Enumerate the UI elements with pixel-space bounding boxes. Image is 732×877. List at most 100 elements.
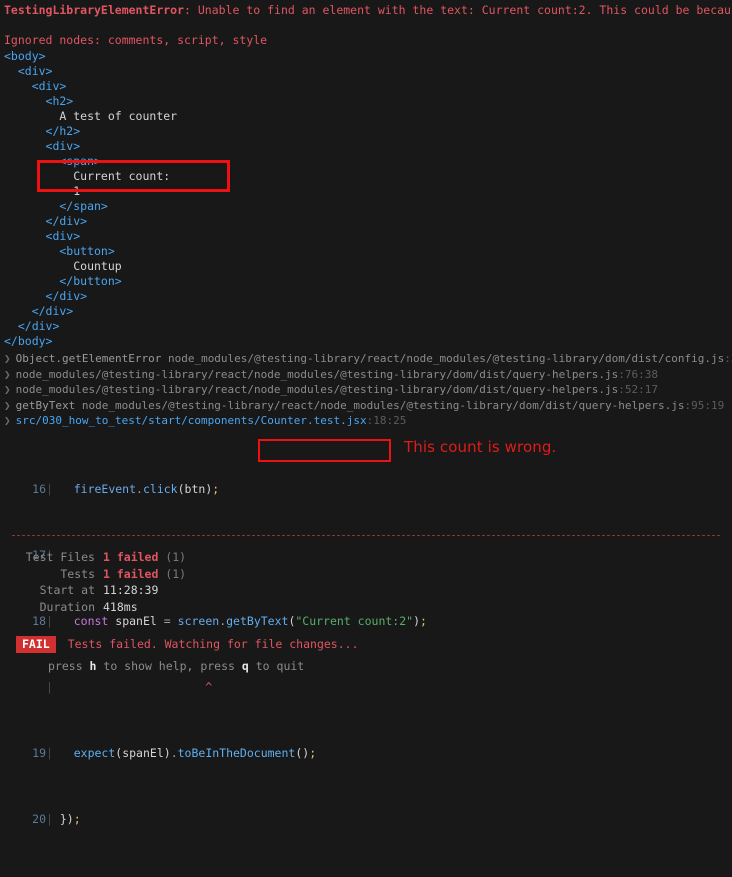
hint-mid: to show help, press bbox=[96, 659, 241, 673]
line-number-20: 20 bbox=[0, 811, 46, 828]
summary-plain-value: 418ms bbox=[103, 600, 138, 614]
summary-row: Tests1 failed (1) bbox=[0, 566, 732, 583]
stack-file-path: node_modules/@testing-library/react/node… bbox=[168, 352, 724, 365]
stack-frame: ❯node_modules/@testing-library/react/nod… bbox=[4, 367, 732, 383]
error-spacer bbox=[4, 18, 732, 33]
chevron-right-icon: ❯ bbox=[4, 352, 16, 365]
stack-file-path: node_modules/@testing-library/react/node… bbox=[16, 368, 619, 381]
caret-marker-icon: ^ bbox=[205, 680, 212, 694]
vitest-terminal-output: TestingLibraryElementError: Unable to fi… bbox=[0, 0, 732, 690]
code-line-18: 18| const spanEl = screen.getByText("Cur… bbox=[0, 613, 732, 630]
dom-node-line: 1 bbox=[4, 184, 732, 199]
stack-frame-source[interactable]: ❯src/030_how_to_test/start/components/Co… bbox=[4, 413, 732, 429]
code-18-keyword: const bbox=[74, 614, 109, 628]
stack-function-name: Object.getElementError bbox=[16, 352, 168, 365]
stack-line-col: :18:25 bbox=[367, 414, 407, 427]
stack-file-path: node_modules/@testing-library/react/node… bbox=[16, 383, 619, 396]
code-line-20: 20| }); bbox=[0, 811, 732, 828]
error-message: : Unable to find an element with the tex… bbox=[184, 3, 732, 17]
code-16-arg: btn bbox=[185, 482, 206, 496]
code-20-semicolon: ; bbox=[74, 812, 81, 826]
dom-node-line: </body> bbox=[4, 334, 732, 349]
hint-key-quit[interactable]: q bbox=[242, 659, 249, 673]
stack-frame: ❯Object.getElementError node_modules/@te… bbox=[4, 351, 732, 367]
code-18-method: getByText bbox=[226, 614, 288, 628]
code-19-arg: spanEl bbox=[122, 746, 164, 760]
code-18-variable: spanEl bbox=[115, 614, 157, 628]
code-caret-row: | ^ bbox=[0, 679, 732, 696]
keyboard-hint-row: press h to show help, press q to quit bbox=[0, 659, 732, 674]
line-number-18: 18 bbox=[0, 613, 46, 630]
summary-label: Duration bbox=[0, 599, 95, 616]
stack-line-col: :95:19 bbox=[685, 399, 725, 412]
stack-file-path: src/030_how_to_test/start/components/Cou… bbox=[16, 414, 367, 427]
summary-total-count: (1) bbox=[158, 567, 186, 581]
status-badge: FAIL bbox=[16, 636, 56, 653]
summary-total-count: (1) bbox=[158, 550, 186, 564]
summary-label: Test Files bbox=[0, 549, 95, 566]
code-18-string-arg: "Current count:2" bbox=[295, 614, 413, 628]
dom-node-line: A test of counter bbox=[4, 109, 732, 124]
chevron-right-icon: ❯ bbox=[4, 399, 16, 412]
section-divider bbox=[12, 535, 720, 536]
summary-row: Test Files1 failed (1) bbox=[0, 549, 732, 566]
dom-node-line: </span> bbox=[4, 199, 732, 214]
dom-node-line: <body> bbox=[4, 49, 732, 64]
code-19-expect: expect bbox=[74, 746, 116, 760]
code-16-object: fireEvent bbox=[74, 482, 136, 496]
hint-post: to quit bbox=[249, 659, 304, 673]
dom-node-line: <button> bbox=[4, 244, 732, 259]
dom-node-line: <div> bbox=[4, 64, 732, 79]
error-header: TestingLibraryElementError: Unable to fi… bbox=[0, 0, 732, 33]
summary-row: Duration 418ms bbox=[0, 599, 732, 616]
summary-value: 11:28:39 bbox=[95, 583, 158, 597]
stack-line-col: :76:38 bbox=[618, 368, 658, 381]
code-20-close: }) bbox=[60, 812, 74, 826]
code-annotation-note: This count is wrong. bbox=[404, 440, 556, 455]
code-18-equals: = bbox=[164, 614, 171, 628]
code-19-open-paren: ( bbox=[115, 746, 122, 760]
test-summary: Test Files1 failed (1)Tests1 failed (1)S… bbox=[0, 549, 732, 615]
chevron-right-icon: ❯ bbox=[4, 383, 16, 396]
dom-node-line: </div> bbox=[4, 289, 732, 304]
error-name: TestingLibraryElementError bbox=[4, 3, 184, 17]
code-19-matcher: toBeInTheDocument bbox=[178, 746, 296, 760]
error-title-line: TestingLibraryElementError: Unable to fi… bbox=[4, 3, 732, 18]
code-18-object: screen bbox=[178, 614, 220, 628]
summary-label: Start at bbox=[0, 582, 95, 599]
code-18-close-paren: ) bbox=[413, 614, 420, 628]
summary-value: 1 failed (1) bbox=[95, 550, 186, 564]
summary-failed-count: 1 failed bbox=[103, 567, 158, 581]
dom-node-line: </div> bbox=[4, 319, 732, 334]
stack-function-name: getByText bbox=[16, 399, 82, 412]
line-number-16: 16 bbox=[0, 481, 46, 498]
stack-trace: ❯Object.getElementError node_modules/@te… bbox=[0, 349, 732, 429]
stack-line-col: :37:19 bbox=[724, 352, 732, 365]
dom-node-line: <div> bbox=[4, 139, 732, 154]
summary-plain-value: 11:28:39 bbox=[103, 583, 158, 597]
ignored-nodes-line: Ignored nodes: comments, script, style bbox=[0, 33, 732, 48]
dom-node-line: </div> bbox=[4, 304, 732, 319]
hint-pre: press bbox=[48, 659, 90, 673]
summary-failed-count: 1 failed bbox=[103, 550, 158, 564]
dom-node-line: </button> bbox=[4, 274, 732, 289]
dom-tree: <body> <div> <div> <h2> A test of counte… bbox=[0, 49, 732, 349]
code-16-open-paren: ( bbox=[178, 482, 185, 496]
line-number-19: 19 bbox=[0, 745, 46, 762]
chevron-right-icon: ❯ bbox=[4, 368, 16, 381]
summary-label: Tests bbox=[0, 566, 95, 583]
code-19-dot: . bbox=[171, 746, 178, 760]
dom-node-line: <span> bbox=[4, 154, 732, 169]
watch-footer: FAILTests failed. Watching for file chan… bbox=[0, 636, 732, 674]
dom-node-line: <div> bbox=[4, 79, 732, 94]
dom-node-line: Current count: bbox=[4, 169, 732, 184]
code-line-16: 16| fireEvent.click(btn); bbox=[0, 481, 732, 498]
code-16-dot: . bbox=[136, 482, 143, 496]
stack-frame: ❯getByText node_modules/@testing-library… bbox=[4, 398, 732, 414]
summary-value: 1 failed (1) bbox=[95, 567, 186, 581]
chevron-right-icon: ❯ bbox=[4, 414, 16, 427]
stack-line-col: :52:17 bbox=[618, 383, 658, 396]
dom-node-line: <div> bbox=[4, 229, 732, 244]
summary-value: 418ms bbox=[95, 600, 138, 614]
summary-row: Start at 11:28:39 bbox=[0, 582, 732, 599]
